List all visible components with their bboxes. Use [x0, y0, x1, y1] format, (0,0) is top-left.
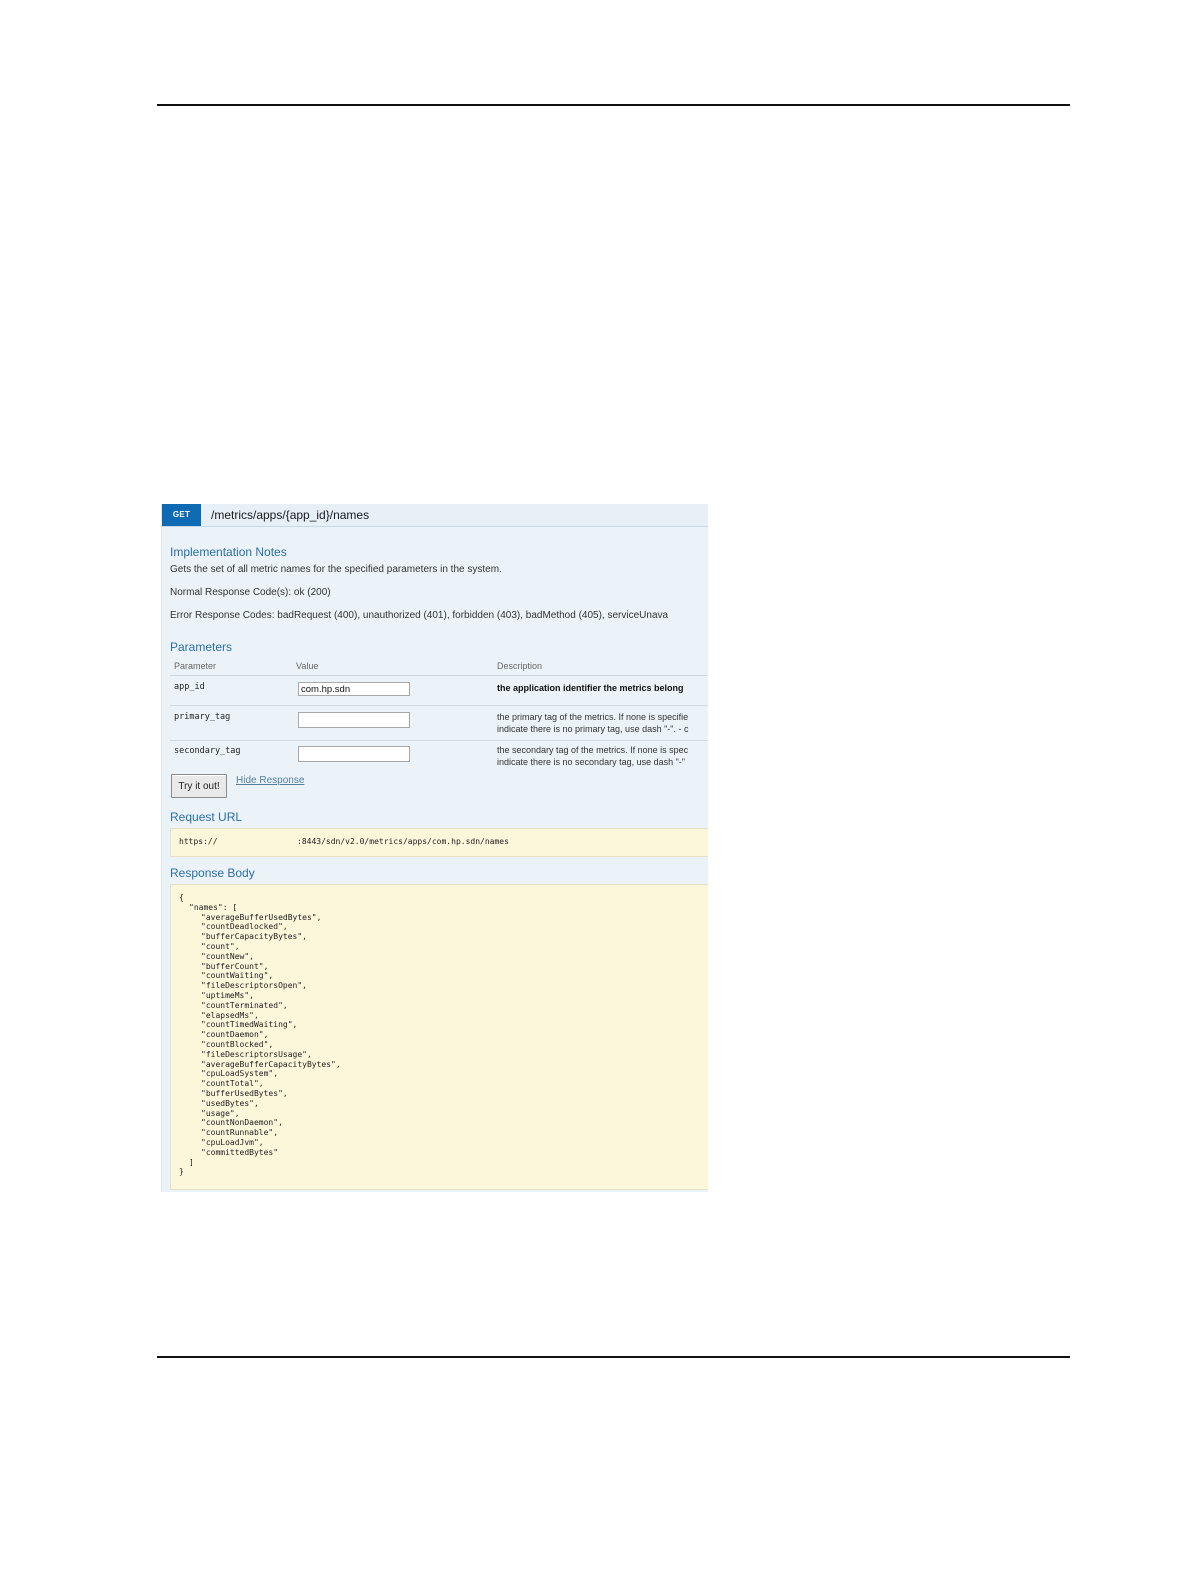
- response-body-box: {"names": ["averageBufferUsedBytes", "cou…: [170, 884, 708, 1190]
- column-value: Value: [296, 661, 319, 671]
- json-name-entry: "bufferCapacityBytes",: [201, 932, 307, 942]
- json-close-bracket: ]: [189, 1157, 194, 1167]
- json-name-entry: "bufferUsedBytes",: [201, 1088, 288, 1098]
- try-it-out-button[interactable]: Try it out!: [171, 774, 227, 798]
- parameter-name: secondary_tag: [174, 746, 241, 756]
- column-parameter: Parameter: [174, 661, 217, 671]
- api-operation-panel: GET /metrics/apps/{app_id}/names Impleme…: [161, 504, 708, 1192]
- column-description: Description: [497, 661, 543, 671]
- json-names-key: "names": [: [189, 902, 238, 912]
- parameter-description-line2: indicate there is no secondary tag, use …: [497, 757, 685, 767]
- json-close-brace: }: [179, 1167, 184, 1177]
- json-name-entry: "count",: [201, 941, 240, 951]
- json-name-entry: "countNew",: [201, 951, 254, 961]
- json-name-entry: "committedBytes": [201, 1147, 279, 1157]
- json-name-entry: "countNonDaemon",: [201, 1118, 283, 1128]
- json-name-entry: "countDaemon",: [201, 1030, 269, 1040]
- request-url-box: https:// :8443/sdn/v2.0/metrics/apps/com…: [170, 828, 708, 857]
- parameter-description: the secondary tag of the metrics. If non…: [497, 745, 689, 755]
- json-name-entry: "countBlocked",: [201, 1039, 274, 1049]
- json-name-entry: "fileDescriptorsOpen",: [201, 981, 307, 991]
- json-name-entry: "uptimeMs",: [201, 990, 254, 1000]
- json-name-entry: "countWaiting",: [201, 971, 274, 981]
- json-open-brace: {: [179, 893, 184, 902]
- json-name-entry: "countTimedWaiting",: [201, 1020, 298, 1030]
- json-name-entry: "cpuLoadSystem",: [201, 1069, 279, 1079]
- operation-header[interactable]: GET /metrics/apps/{app_id}/names: [162, 504, 708, 527]
- normal-response-codes: Normal Response Code(s): ok (200): [170, 587, 331, 598]
- json-name-entry: "averageBufferCapacityBytes",: [201, 1059, 341, 1069]
- primary-tag-input[interactable]: [298, 712, 410, 728]
- parameter-row-secondary-tag: secondary_tag the secondary tag of the m…: [170, 741, 708, 771]
- parameter-description: the primary tag of the metrics. If none …: [497, 712, 689, 722]
- json-name-entry: "averageBufferUsedBytes",: [201, 912, 322, 922]
- json-name-entry: "countTerminated",: [201, 1000, 288, 1010]
- json-name-entry: "countRunnable",: [201, 1128, 279, 1138]
- request-url-scheme: https://: [179, 837, 218, 846]
- response-body-heading: Response Body: [170, 866, 255, 880]
- http-method-badge: GET: [162, 504, 201, 526]
- endpoint-path[interactable]: /metrics/apps/{app_id}/names: [211, 504, 369, 526]
- json-name-entry: "countDeadlocked",: [201, 922, 288, 932]
- json-name-entry: "countTotal",: [201, 1079, 264, 1089]
- parameter-row-app-id: app_id the application identifier the me…: [170, 676, 708, 706]
- parameters-table-header: Parameter Value Description: [170, 658, 708, 676]
- parameters-heading: Parameters: [170, 640, 233, 654]
- hide-response-link[interactable]: Hide Response: [236, 775, 304, 786]
- request-url-heading: Request URL: [170, 810, 243, 824]
- parameter-row-primary-tag: primary_tag the primary tag of the metri…: [170, 706, 708, 741]
- json-names-list: "averageBufferUsedBytes", "countDeadlocke…: [179, 913, 341, 1158]
- bottom-page-rule: [157, 1356, 1070, 1358]
- error-response-codes: Error Response Codes: badRequest (400), …: [170, 610, 669, 621]
- response-json: {"names": ["averageBufferUsedBytes", "cou…: [179, 893, 341, 1177]
- json-name-entry: "fileDescriptorsUsage",: [201, 1049, 312, 1059]
- json-name-entry: "bufferCount",: [201, 961, 269, 971]
- json-name-entry: "usage",: [201, 1108, 240, 1118]
- secondary-tag-input[interactable]: [298, 746, 410, 762]
- request-url-path: :8443/sdn/v2.0/metrics/apps/com.hp.sdn/n…: [297, 837, 509, 846]
- json-name-entry: "elapsedMs",: [201, 1010, 259, 1020]
- top-page-rule: [157, 104, 1070, 106]
- parameter-description: the application identifier the metrics b…: [497, 683, 684, 693]
- parameter-description-line2: indicate there is no primary tag, use da…: [497, 724, 689, 734]
- parameter-name: app_id: [174, 682, 205, 692]
- parameter-name: primary_tag: [174, 712, 231, 722]
- app-id-input[interactable]: [298, 682, 410, 696]
- json-name-entry: "usedBytes",: [201, 1098, 259, 1108]
- implementation-notes-description: Gets the set of all metric names for the…: [170, 564, 502, 575]
- implementation-notes-heading: Implementation Notes: [170, 545, 287, 559]
- json-name-entry: "cpuLoadJvm",: [201, 1137, 264, 1147]
